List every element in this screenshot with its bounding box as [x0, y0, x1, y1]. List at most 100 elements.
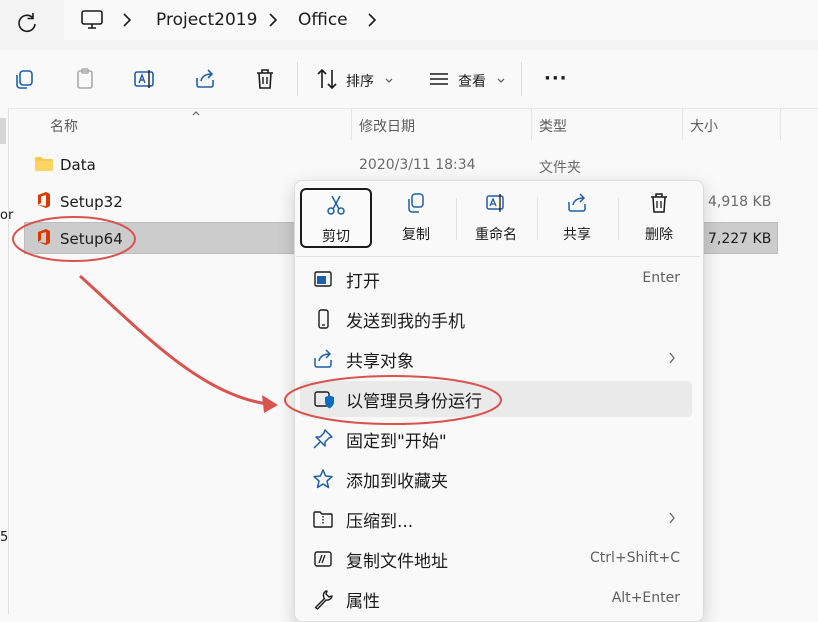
paste-icon	[77, 68, 93, 89]
breadcrumb-item[interactable]: Office	[298, 10, 348, 30]
menu-item-send-to-phone[interactable]: 发送到我的手机	[300, 301, 692, 337]
delete-button[interactable]: 删除	[619, 188, 699, 248]
rename-icon	[134, 70, 154, 88]
star-icon	[313, 469, 333, 489]
rename-label: 重命名	[475, 227, 517, 243]
column-header-type[interactable]: 类型	[539, 116, 567, 136]
copy-icon	[408, 193, 424, 213]
trash-icon	[651, 193, 667, 213]
column-header-name[interactable]: 名称	[50, 116, 78, 136]
refresh-icon	[18, 13, 36, 33]
menu-item-open[interactable]: 打开 Enter	[300, 261, 692, 297]
share-icon	[196, 69, 214, 88]
toolbar-delete-button[interactable]	[252, 66, 278, 92]
column-divider[interactable]	[780, 108, 781, 140]
annotation-arrow	[78, 274, 269, 406]
menu-item-label: 添加到收藏夹	[346, 472, 448, 492]
breadcrumb-item[interactable]: Project2019	[156, 10, 257, 30]
sort-icon[interactable]	[314, 66, 340, 92]
chevron-right-icon	[669, 512, 675, 524]
share-button[interactable]: 共享	[537, 188, 617, 248]
office-icon	[36, 191, 52, 209]
cut-label: 剪切	[322, 229, 350, 245]
open-window-icon	[314, 271, 332, 287]
file-type: 文件夹	[539, 160, 581, 176]
rename-icon	[486, 194, 504, 212]
menu-item-copy-as-path[interactable]: 复制文件地址 Ctrl+Shift+C	[300, 541, 692, 577]
menu-item-label: 打开	[346, 272, 380, 292]
shortcut-text: Enter	[642, 270, 680, 286]
nav-pane-text-fragment: or	[0, 208, 14, 223]
copy-icon	[16, 70, 33, 89]
chevron-right-icon[interactable]	[268, 12, 278, 28]
column-divider[interactable]	[531, 108, 532, 140]
view-button[interactable]: 查看	[458, 71, 486, 91]
menu-item-compress-to[interactable]: 压缩到...	[300, 501, 692, 537]
file-date: 2020/3/11 18:34	[359, 157, 476, 173]
menu-item-label: 共享对象	[346, 352, 414, 372]
menu-item-add-to-favorites[interactable]: 添加到收藏夹	[300, 461, 692, 497]
menu-item-pin-to-start[interactable]: 固定到"开始"	[300, 421, 692, 457]
shortcut-text: Ctrl+Shift+C	[590, 550, 680, 566]
chevron-right-icon[interactable]	[122, 12, 132, 28]
menu-divider	[296, 256, 700, 257]
this-pc-icon[interactable]	[80, 9, 104, 31]
pin-icon	[313, 429, 333, 449]
menu-item-label: 压缩到...	[346, 512, 414, 532]
file-name: Setup64	[60, 230, 123, 248]
office-icon	[36, 228, 52, 246]
rename-button[interactable]: 重命名	[456, 188, 536, 248]
share-icon	[568, 193, 586, 212]
column-divider[interactable]	[351, 108, 352, 140]
chevron-right-icon	[669, 352, 675, 364]
annotation-arrowhead	[262, 395, 278, 413]
zip-icon	[313, 511, 333, 528]
share-icon	[314, 349, 332, 368]
copy-label: 复制	[402, 227, 430, 243]
file-name: Setup32	[60, 193, 123, 211]
sort-ascending-icon	[191, 110, 201, 116]
chevron-down-icon	[496, 77, 506, 85]
toolbar-rename-button[interactable]	[132, 66, 158, 92]
more-options-button[interactable]: ···	[544, 68, 568, 89]
phone-icon	[318, 309, 329, 329]
view-icon[interactable]	[426, 66, 452, 92]
command-bar	[0, 50, 818, 109]
menu-item-label: 以管理员身份运行	[346, 392, 482, 412]
column-header-date[interactable]: 修改日期	[359, 116, 415, 136]
trash-icon	[257, 69, 273, 89]
menu-item-share-with[interactable]: 共享对象	[300, 341, 692, 377]
shortcut-text: Alt+Enter	[611, 590, 680, 606]
admin-shield-icon	[314, 391, 334, 409]
nav-pane-text-fragment: 5	[0, 530, 9, 545]
nav-scroll-thumb[interactable]	[0, 118, 6, 144]
refresh-button[interactable]	[14, 10, 40, 36]
menu-item-label: 固定到"开始"	[346, 432, 447, 452]
menu-item-label: 复制文件地址	[346, 552, 448, 572]
scissors-icon	[327, 195, 345, 215]
file-name: Data	[60, 156, 96, 174]
column-header-size[interactable]: 大小	[690, 116, 718, 136]
toolbar-divider	[521, 62, 522, 96]
column-divider[interactable]	[682, 108, 683, 140]
chevron-right-icon[interactable]	[367, 12, 377, 28]
menu-item-properties[interactable]: 属性 Alt+Enter	[300, 581, 692, 617]
file-size: 7,227 KB	[708, 231, 772, 247]
chevron-down-icon	[384, 77, 394, 85]
menu-item-label: 属性	[346, 592, 380, 612]
folder-icon	[34, 155, 54, 173]
delete-label: 删除	[645, 227, 673, 243]
toolbar-share-button[interactable]	[192, 66, 218, 92]
toolbar-copy-button[interactable]	[12, 66, 38, 92]
file-size: 4,918 KB	[708, 194, 772, 210]
menu-item-run-as-admin[interactable]: 以管理员身份运行	[300, 381, 692, 417]
copy-path-icon	[314, 551, 332, 567]
wrench-icon	[314, 590, 333, 610]
share-label: 共享	[563, 227, 591, 243]
toolbar-paste-button[interactable]	[72, 66, 98, 92]
cut-button[interactable]: 剪切	[300, 188, 372, 248]
toolbar-divider	[297, 62, 298, 96]
sort-button[interactable]: 排序	[346, 71, 374, 91]
menu-item-label: 发送到我的手机	[346, 312, 465, 332]
copy-button[interactable]: 复制	[376, 188, 456, 248]
